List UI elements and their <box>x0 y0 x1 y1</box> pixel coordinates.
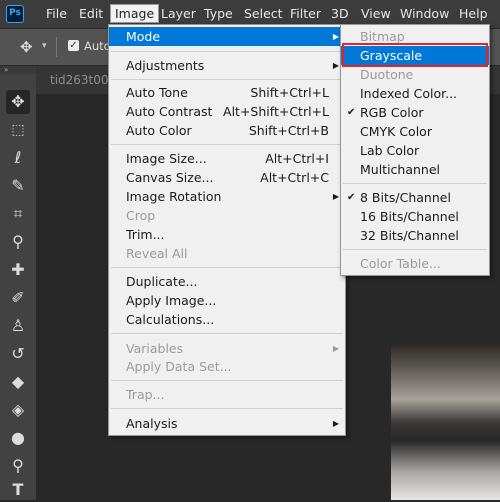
lasso-tool-icon[interactable]: ℓ <box>6 146 30 170</box>
mode-item-duotone: Duotone <box>360 67 414 82</box>
mode-item-color-table: Color Table... <box>360 256 441 271</box>
type-tool-icon[interactable]: T <box>6 478 30 502</box>
mode-item-rgb-color[interactable]: ✔ RGB Color <box>341 103 489 122</box>
mode-item-cmyk-color[interactable]: CMYK Color <box>341 122 489 141</box>
move-tool-preset-icon[interactable]: ✥ <box>20 38 33 56</box>
menu-item-auto-tone[interactable]: Auto Tone Shift+Ctrl+L <box>109 83 345 102</box>
submenu-arrow-icon: ▶ <box>332 344 339 353</box>
menu-item-variables: Variables ▶ <box>126 341 339 356</box>
menu-item-apply-data-set: Apply Data Set... <box>126 359 232 374</box>
menu-item-image-size[interactable]: Image Size... Alt+Ctrl+I <box>109 149 345 168</box>
menu-divider <box>343 249 487 250</box>
menu-item-trim[interactable]: Trim... <box>109 225 345 244</box>
menu-item-analysis[interactable]: Analysis ▶ <box>109 414 345 433</box>
history-brush-tool-icon[interactable]: ↺ <box>6 342 30 366</box>
document-tab[interactable]: tid263t000 <box>50 73 116 87</box>
document-image <box>391 345 500 500</box>
photoshop-logo: Ps <box>6 5 24 23</box>
submenu-arrow-icon: ▶ <box>332 32 339 41</box>
menu-divider <box>111 144 343 145</box>
menu-item-apply-image[interactable]: Apply Image... <box>109 291 345 310</box>
grayscale-highlight-box <box>342 43 488 67</box>
menu-divider <box>343 183 487 184</box>
menu-item-trap: Trap... <box>126 387 165 402</box>
quick-selection-tool-icon[interactable]: ✎ <box>6 174 30 198</box>
menu-divider <box>111 380 343 381</box>
blur-tool-icon[interactable]: ● <box>6 426 30 450</box>
mode-submenu: Bitmap Grayscale Duotone Indexed Color..… <box>340 24 490 276</box>
menu-item-duplicate[interactable]: Duplicate... <box>109 272 345 291</box>
menu-file[interactable]: File <box>46 6 67 21</box>
clone-stamp-tool-icon[interactable]: ♙ <box>6 314 30 338</box>
menu-divider <box>111 51 343 52</box>
mode-item-multichannel[interactable]: Multichannel <box>341 160 489 179</box>
submenu-arrow-icon: ▶ <box>332 192 339 201</box>
menu-item-crop: Crop <box>126 208 156 223</box>
menu-divider <box>111 267 343 268</box>
brush-tool-icon[interactable]: ✐ <box>6 286 30 310</box>
mode-item-8-bits[interactable]: ✔ 8 Bits/Channel <box>341 188 489 207</box>
menu-filter[interactable]: Filter <box>290 6 321 21</box>
dodge-tool-icon[interactable]: ⚲ <box>6 454 30 478</box>
checkmark-icon: ✔ <box>347 107 356 118</box>
menu-3d[interactable]: 3D <box>331 6 349 21</box>
mode-item-32-bits[interactable]: 32 Bits/Channel <box>341 226 489 245</box>
menu-item-image-rotation[interactable]: Image Rotation ▶ <box>109 187 345 206</box>
healing-brush-tool-icon[interactable]: ✚ <box>6 258 30 282</box>
chevron-down-icon[interactable]: ▾ <box>42 41 47 51</box>
mode-item-lab-color[interactable]: Lab Color <box>341 141 489 160</box>
toolbar-collapse-toggle[interactable]: » <box>0 66 36 74</box>
menu-item-auto-contrast[interactable]: Auto Contrast Alt+Shift+Ctrl+L <box>109 102 345 121</box>
mode-item-16-bits[interactable]: 16 Bits/Channel <box>341 207 489 226</box>
move-tool-icon[interactable]: ✥ <box>6 90 30 114</box>
menu-item-auto-color[interactable]: Auto Color Shift+Ctrl+B <box>109 121 345 140</box>
menu-view[interactable]: View <box>361 6 391 21</box>
paint-bucket-tool-icon[interactable]: ◈ <box>6 398 30 422</box>
menu-item-canvas-size[interactable]: Canvas Size... Alt+Ctrl+C <box>109 168 345 187</box>
menu-item-calculations[interactable]: Calculations... <box>109 310 345 329</box>
mode-item-indexed-color[interactable]: Indexed Color... <box>341 84 489 103</box>
eraser-tool-icon[interactable]: ◆ <box>6 370 30 394</box>
menu-divider <box>111 333 343 334</box>
menu-type[interactable]: Type <box>204 6 233 21</box>
eyedropper-tool-icon[interactable]: ⚲ <box>6 230 30 254</box>
submenu-arrow-icon: ▶ <box>332 419 339 428</box>
menu-divider <box>111 79 343 80</box>
menu-layer[interactable]: Layer <box>161 6 196 21</box>
tools-panel: ✥ ⬚ ℓ ✎ ⌗ ⚲ ✚ ✐ ♙ ↺ ◆ ◈ ● ⚲ T <box>0 74 36 500</box>
menu-select[interactable]: Select <box>244 6 283 21</box>
marquee-tool-icon[interactable]: ⬚ <box>6 118 30 142</box>
options-divider <box>56 37 57 57</box>
crop-tool-icon[interactable]: ⌗ <box>6 202 30 226</box>
submenu-arrow-icon: ▶ <box>332 61 339 70</box>
menu-window[interactable]: Window <box>400 6 449 21</box>
menu-item-adjustments[interactable]: Adjustments ▶ <box>109 56 345 75</box>
menu-divider <box>111 408 343 409</box>
menu-item-mode[interactable]: Mode ▶ <box>109 27 345 46</box>
menu-help[interactable]: Help <box>459 6 488 21</box>
menu-item-reveal-all: Reveal All <box>126 246 188 261</box>
menu-image[interactable]: Image <box>110 4 160 23</box>
menu-edit[interactable]: Edit <box>79 6 103 21</box>
auto-select-checkbox[interactable]: ✓ <box>68 40 79 51</box>
image-menu-dropdown: Mode ▶ Adjustments ▶ Auto Tone Shift+Ctrl+L… <box>108 24 346 436</box>
checkmark-icon: ✔ <box>347 192 356 203</box>
